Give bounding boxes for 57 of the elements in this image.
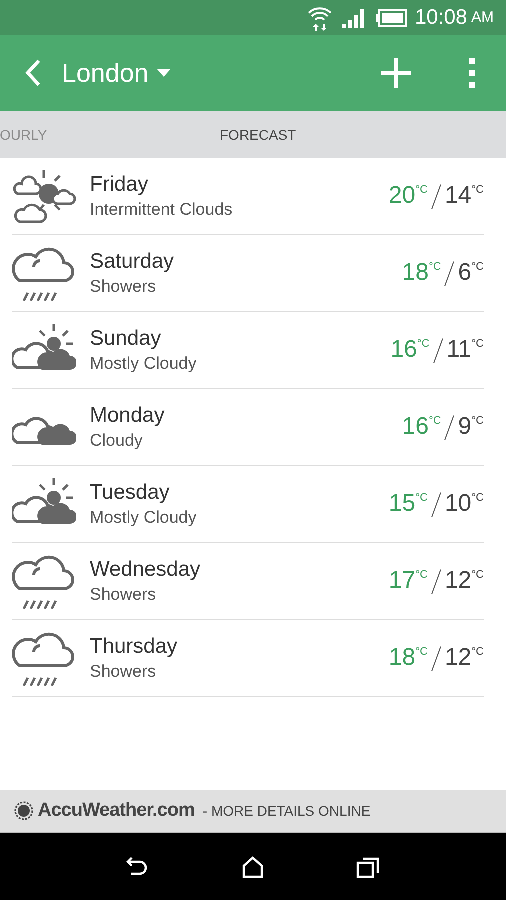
day-name: Monday bbox=[90, 404, 166, 428]
temperature-unit: °C bbox=[416, 492, 428, 504]
condition-text: Intermittent Clouds bbox=[90, 200, 234, 220]
more-menu-icon[interactable] bbox=[468, 58, 476, 88]
high-temperature: 16 bbox=[402, 413, 429, 441]
condition-text: Showers bbox=[90, 276, 158, 296]
day-name: Sunday bbox=[90, 326, 162, 350]
high-temperature: 18 bbox=[402, 259, 429, 287]
high-temperature: 18 bbox=[388, 644, 416, 672]
low-temperature: 10 bbox=[444, 490, 472, 518]
day-name: Thursday bbox=[90, 634, 179, 658]
battery-icon bbox=[374, 8, 407, 26]
back-nav-icon[interactable] bbox=[126, 856, 150, 878]
temperature-unit: °C bbox=[428, 415, 442, 427]
more-details-link[interactable]: - MORE DETAILS ONLINE bbox=[202, 803, 371, 819]
clock-time: 10:08 bbox=[414, 6, 468, 30]
temperature-unit: °C bbox=[416, 184, 428, 196]
temperature-unit: °C bbox=[472, 261, 484, 273]
dropdown-caret-icon[interactable] bbox=[156, 69, 171, 77]
signal-icon bbox=[340, 8, 367, 28]
low-temperature: 11 bbox=[446, 336, 472, 364]
day-name: Saturday bbox=[90, 250, 176, 274]
day-name: Wednesday bbox=[90, 558, 202, 582]
high-temperature: 17 bbox=[388, 567, 416, 595]
condition-text: Cloudy bbox=[90, 430, 144, 450]
temperature-unit: °C bbox=[472, 646, 484, 658]
low-temperature: 14 bbox=[444, 182, 472, 210]
condition-text: Showers bbox=[90, 662, 158, 682]
temperature-unit: °C bbox=[472, 569, 484, 581]
low-temperature: 12 bbox=[444, 567, 472, 595]
day-name: Friday bbox=[90, 172, 150, 196]
back-icon[interactable] bbox=[24, 59, 42, 87]
low-temperature: 9 bbox=[458, 413, 472, 441]
recent-apps-icon[interactable] bbox=[356, 856, 380, 878]
condition-text: Showers bbox=[90, 584, 158, 604]
sun-logo-icon bbox=[14, 801, 34, 821]
low-temperature: 6 bbox=[458, 259, 472, 287]
low-temperature: 12 bbox=[444, 644, 472, 672]
temperature-unit: °C bbox=[416, 569, 428, 581]
high-temperature: 16 bbox=[390, 336, 418, 364]
temperature-unit: °C bbox=[428, 261, 442, 273]
high-temperature: 15 bbox=[388, 490, 416, 518]
brand-logo-text[interactable]: AccuWeather.com bbox=[38, 800, 195, 822]
temperature-unit: °C bbox=[416, 646, 428, 658]
temperature-unit: °C bbox=[472, 338, 484, 350]
day-name: Tuesday bbox=[90, 480, 171, 504]
temperature-unit: °C bbox=[472, 492, 484, 504]
condition-text: Mostly Cloudy bbox=[90, 354, 198, 374]
condition-text: Mostly Cloudy bbox=[90, 508, 198, 528]
temperature-unit: °C bbox=[417, 338, 430, 350]
tab[interactable]: FORECAST bbox=[220, 126, 296, 142]
add-icon[interactable] bbox=[380, 57, 412, 89]
temperature-unit: °C bbox=[472, 184, 484, 196]
clock-meridiem: AM bbox=[472, 9, 494, 26]
temperature-unit: °C bbox=[472, 415, 484, 427]
home-icon[interactable] bbox=[242, 856, 264, 878]
high-temperature: 20 bbox=[388, 182, 416, 210]
